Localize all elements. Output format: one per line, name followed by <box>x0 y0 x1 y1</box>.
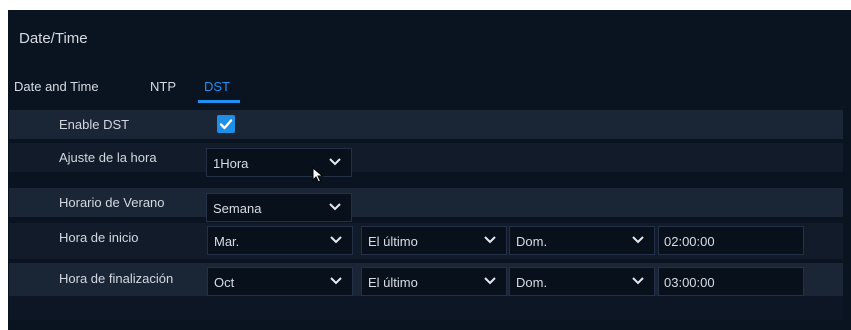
dst-settings-form: Enable DST Ajuste de la hora 1Hora Horar… <box>9 110 843 300</box>
fin-month-select[interactable]: Oct <box>207 267 353 296</box>
inicio-week-select[interactable]: El último <box>361 226 507 255</box>
fin-time-input[interactable]: 03:00:00 <box>658 267 804 296</box>
inicio-month-value: Mar. <box>214 234 240 249</box>
fin-label: Hora de finalización <box>59 271 174 286</box>
horario-value: Semana <box>213 201 262 216</box>
chevron-down-icon <box>330 236 342 244</box>
fin-day-select[interactable]: Dom. <box>509 267 655 296</box>
page-title: Date/Time <box>19 30 88 47</box>
fin-week-select[interactable]: El último <box>361 267 507 296</box>
chevron-down-icon <box>632 236 644 244</box>
tab-dst[interactable]: DST <box>198 79 240 103</box>
inicio-time-value: 02:00:00 <box>664 234 715 249</box>
inicio-time-input[interactable]: 02:00:00 <box>658 226 804 255</box>
inicio-month-select[interactable]: Mar. <box>207 226 353 255</box>
row-hora-de-inicio: Hora de inicio Mar. El último Dom. 02:00… <box>9 223 843 259</box>
enable-dst-label: Enable DST <box>59 117 130 132</box>
chevron-down-icon <box>330 277 342 285</box>
chevron-down-icon <box>484 236 496 244</box>
fin-month-value: Oct <box>214 275 235 290</box>
fin-day-value: Dom. <box>516 275 548 290</box>
tab-ntp[interactable]: NTP <box>150 79 176 94</box>
inicio-label: Hora de inicio <box>59 230 139 245</box>
row-enable-dst: Enable DST <box>9 110 843 139</box>
inicio-day-select[interactable]: Dom. <box>509 226 655 255</box>
inicio-week-value: El último <box>368 234 418 249</box>
check-icon <box>219 119 233 130</box>
enable-dst-checkbox[interactable] <box>217 115 235 133</box>
chevron-down-icon <box>632 277 644 285</box>
active-tab-indicator <box>198 100 240 103</box>
horario-select[interactable]: Semana <box>206 193 352 222</box>
mouse-cursor-icon <box>312 167 324 183</box>
inicio-day-value: Dom. <box>516 234 548 249</box>
panel-footer <box>9 296 843 320</box>
ajuste-label: Ajuste de la hora <box>59 150 157 165</box>
ajuste-value: 1Hora <box>213 156 249 171</box>
row-horario-de-verano: Horario de Verano Semana <box>9 188 843 222</box>
tab-date-and-time[interactable]: Date and Time <box>14 79 99 94</box>
chevron-down-icon <box>329 203 341 211</box>
ajuste-select[interactable]: 1Hora <box>206 148 352 177</box>
row-ajuste-de-la-hora: Ajuste de la hora 1Hora <box>9 143 843 177</box>
chevron-down-icon <box>329 158 341 166</box>
fin-week-value: El último <box>368 275 418 290</box>
horario-label: Horario de Verano <box>59 195 165 210</box>
tab-dst-label: DST <box>204 79 230 94</box>
row-hora-de-finalizacion: Hora de finalización Oct El último Dom. … <box>9 263 843 300</box>
fin-time-value: 03:00:00 <box>664 275 715 290</box>
chevron-down-icon <box>484 277 496 285</box>
